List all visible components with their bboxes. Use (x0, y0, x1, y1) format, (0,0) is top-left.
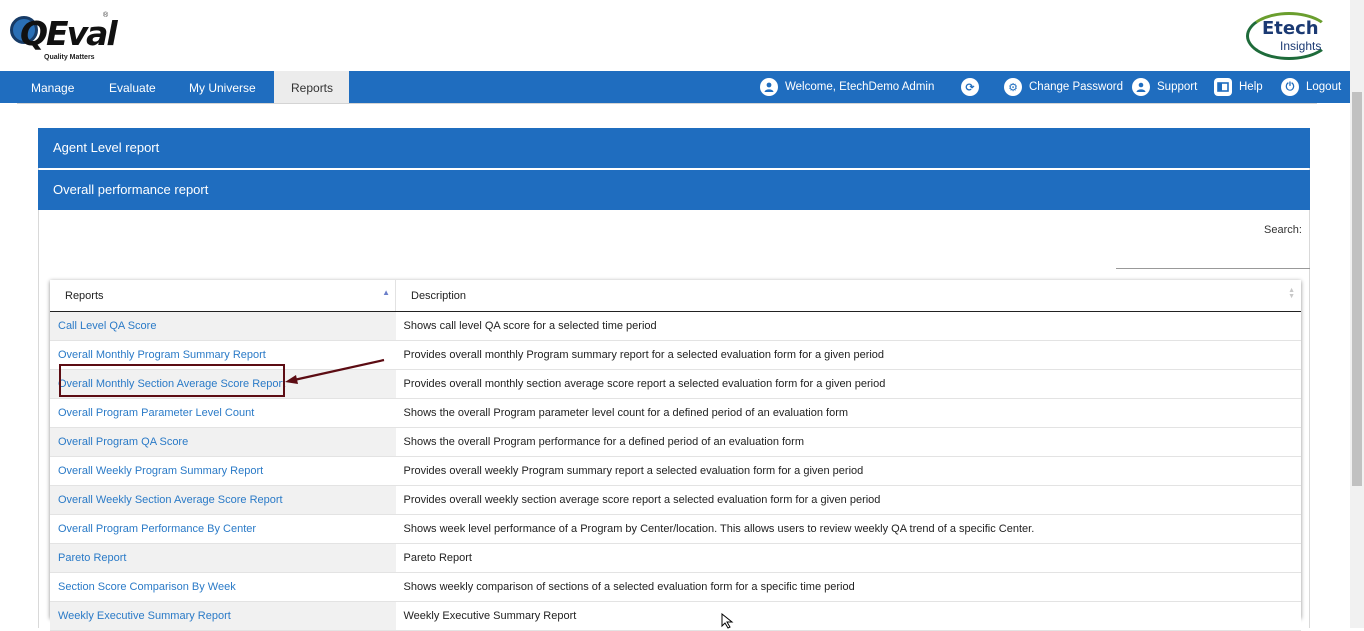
table-row: Overall Weekly Section Average Score Rep… (50, 485, 1301, 515)
column-header-reports-label: Reports (65, 289, 104, 302)
sort-both-icon: ▲ ▼ (1288, 287, 1295, 300)
report-description: Pareto Report (395, 543, 1301, 573)
column-header-description[interactable]: Description ▲ ▼ (395, 280, 1301, 312)
report-description: Provides overall monthly section average… (395, 369, 1301, 399)
report-link[interactable]: Overall Program Performance By Center (58, 523, 256, 535)
help-link[interactable]: Help (1214, 71, 1263, 103)
search-input[interactable] (1116, 250, 1310, 269)
gear-icon: ⚙ (1004, 78, 1022, 96)
refresh-icon: ⟳ (961, 78, 979, 96)
report-description: Shows the overall Program performance fo… (395, 427, 1301, 457)
welcome-user[interactable]: Welcome, EtechDemo Admin (760, 71, 934, 103)
power-icon: ⏻ (1281, 78, 1299, 96)
arrow-annotation-icon (285, 358, 385, 384)
table-row: Overall Program Performance By Center Sho… (50, 514, 1301, 544)
help-label: Help (1239, 81, 1263, 93)
table-header-row: Reports ▲ Description ▲ ▼ (50, 280, 1301, 312)
scrollbar-thumb[interactable] (1352, 92, 1362, 486)
report-link[interactable]: Section Score Comparison By Week (58, 581, 236, 593)
report-description: Weekly Executive Summary Report (395, 601, 1301, 631)
refresh-button[interactable]: ⟳ (961, 71, 986, 103)
etech-logo-word: Etech (1262, 18, 1319, 39)
column-header-description-label: Description (411, 289, 467, 302)
change-password-label: Change Password (1029, 81, 1123, 93)
qeval-logo[interactable]: QEval ® Quality Matters (10, 12, 118, 64)
report-description: Shows week level performance of a Progra… (395, 514, 1301, 544)
support-label: Support (1157, 81, 1198, 93)
support-icon (1132, 78, 1150, 96)
annotation-highlight-box (59, 364, 285, 397)
sort-asc-icon: ▲ (382, 288, 390, 297)
qeval-registered-mark: ® (103, 12, 109, 19)
support-link[interactable]: Support (1132, 71, 1197, 103)
table-row: Overall Program Parameter Level Count Sho… (50, 398, 1301, 428)
accordion-overall-performance-report[interactable]: Overall performance report (38, 170, 1310, 210)
change-password-link[interactable]: ⚙ Change Password (1004, 71, 1123, 103)
report-link[interactable]: Overall Monthly Program Summary Report (58, 349, 266, 361)
report-link[interactable]: Pareto Report (58, 552, 126, 564)
nav-manage[interactable]: Manage (15, 71, 90, 103)
table-row: Call Level QA Score Shows call level QA s… (50, 311, 1301, 341)
report-link[interactable]: Weekly Executive Summary Report (58, 610, 231, 622)
vertical-scrollbar[interactable] (1350, 0, 1364, 628)
report-link[interactable]: Overall Weekly Section Average Score Rep… (58, 494, 283, 506)
report-link[interactable]: Overall Program QA Score (58, 436, 188, 448)
report-description: Provides overall monthly Program summary… (395, 340, 1301, 370)
accordion-agent-level-report[interactable]: Agent Level report (38, 128, 1310, 168)
table-row: Weekly Executive Summary Report Weekly Ex… (50, 601, 1301, 631)
report-link[interactable]: Call Level QA Score (58, 320, 156, 332)
report-link[interactable]: Overall Program Parameter Level Count (58, 407, 254, 419)
content-divider (17, 103, 1317, 104)
mouse-cursor-icon (721, 613, 734, 629)
report-description: Provides overall weekly Program summary … (395, 456, 1301, 486)
main-navbar: Manage Evaluate My Universe Reports Welc… (0, 71, 1350, 103)
help-icon (1214, 78, 1232, 96)
reports-table-container: Reports ▲ Description ▲ ▼ Call Level QA S… (50, 280, 1301, 631)
report-link[interactable]: Overall Weekly Program Summary Report (58, 465, 263, 477)
report-description: Shows the overall Program parameter leve… (395, 398, 1301, 428)
etech-insights-logo: Etech Insights (1246, 10, 1336, 62)
table-row: Section Score Comparison By Week Shows we… (50, 572, 1301, 602)
table-row: Overall Program QA Score Shows the overal… (50, 427, 1301, 457)
report-description: Provides overall weekly section average … (395, 485, 1301, 515)
nav-reports[interactable]: Reports (274, 71, 349, 103)
reports-table-body: Call Level QA Score Shows call level QA s… (50, 311, 1301, 631)
report-description: Shows call level QA score for a selected… (395, 311, 1301, 341)
report-description: Shows weekly comparison of sections of a… (395, 572, 1301, 602)
logout-link[interactable]: ⏻ Logout (1281, 71, 1341, 103)
search-label: Search: (1264, 224, 1302, 236)
column-header-reports[interactable]: Reports ▲ (50, 280, 396, 312)
qeval-logo-word: QEval (20, 14, 118, 53)
qeval-tagline: Quality Matters (44, 54, 95, 61)
welcome-text: Welcome, EtechDemo Admin (785, 81, 935, 93)
nav-my-universe[interactable]: My Universe (173, 71, 272, 103)
logout-label: Logout (1306, 81, 1342, 93)
user-icon (760, 78, 778, 96)
reports-table: Reports ▲ Description ▲ ▼ Call Level QA S… (50, 280, 1301, 631)
nav-evaluate[interactable]: Evaluate (93, 71, 172, 103)
table-row: Pareto Report Pareto Report (50, 543, 1301, 573)
etech-logo-subword: Insights (1280, 39, 1322, 53)
app-header: QEval ® Quality Matters Etech Insights (0, 0, 1350, 71)
table-row: Overall Weekly Program Summary Report Pro… (50, 456, 1301, 486)
